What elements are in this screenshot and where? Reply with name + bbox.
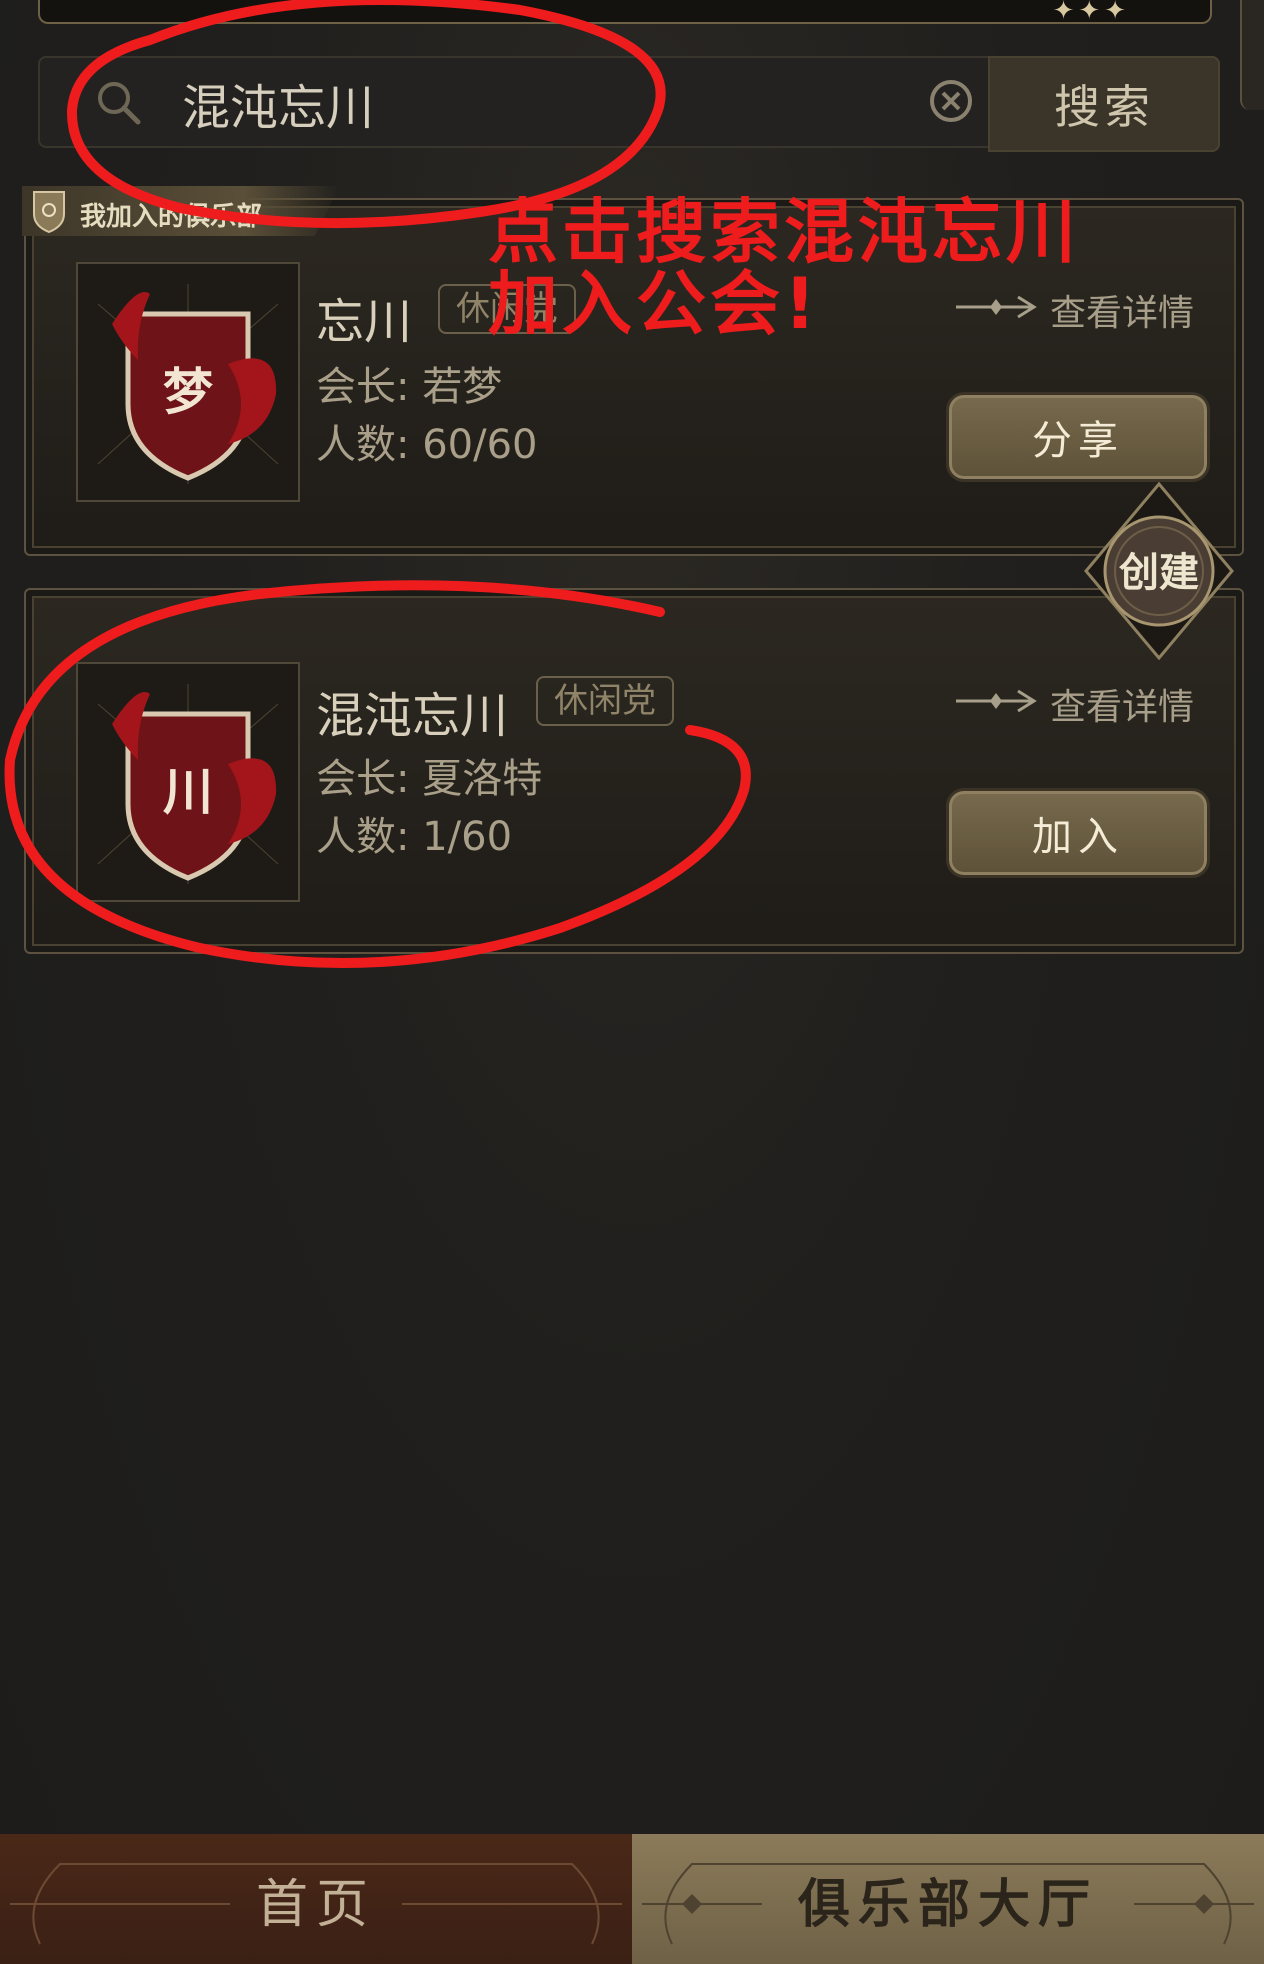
emblem-letter: 梦 [163,363,213,421]
member-count: 1/60 [422,814,513,860]
shield-icon [33,191,65,234]
arrow-right-icon [955,689,1037,713]
sparkle-icon: ✦✦✦ [1052,0,1130,26]
create-label: 创建 [1119,550,1199,596]
tab-club-hall[interactable]: 俱乐部大厅 [632,1834,1264,1964]
member-count: 60/60 [422,422,538,468]
joined-clubs-ribbon: 我加入的俱乐部 [22,186,340,236]
search-input[interactable] [180,72,944,134]
emblem-letter: 川 [163,763,213,821]
members-label: 人数: [316,422,410,468]
share-button[interactable]: 分享 [946,392,1210,482]
club-meta: 会长: 若梦 人数: 60/60 [316,358,537,474]
members-label: 人数: [316,814,410,860]
top-banner-edge: ✦✦✦ [38,0,1212,26]
club-emblem: 川 [76,662,300,902]
annotation-text: 点击搜索混沌忘川 加入公会! [488,196,1080,340]
leader-name: 若梦 [422,364,503,410]
search-bar: 搜索 [38,56,1220,152]
search-button[interactable]: 搜索 [988,56,1220,152]
leader-label: 会长: [316,756,410,802]
club-tag: 休闲党 [536,676,674,726]
club-name: 混沌忘川 [316,688,509,744]
bottom-nav: 首页 俱乐部大厅 [0,1834,1264,1964]
annotation-line: 点击搜索混沌忘川 [488,191,1080,273]
side-panel-edge [1240,0,1264,110]
annotation-line: 加入公会! [488,263,820,345]
view-details-label: 查看详情 [1049,687,1194,728]
tab-home-label: 首页 [255,1874,376,1935]
club-card: 川 混沌忘川 休闲党 会长: 夏洛特 人数: 1/60 查看详情 加入 [24,588,1244,954]
club-emblem: 梦 [76,262,300,502]
join-button[interactable]: 加入 [946,788,1210,878]
joined-clubs-label: 我加入的俱乐部 [80,202,263,232]
leader-name: 夏洛特 [422,756,543,802]
club-meta: 会长: 夏洛特 人数: 1/60 [316,750,542,866]
leader-label: 会长: [316,364,410,410]
club-name: 忘川 [316,294,413,350]
clear-icon[interactable] [928,78,974,124]
view-details-link[interactable]: 查看详情 [955,678,1194,730]
tab-home[interactable]: 首页 [0,1834,632,1964]
tab-club-hall-label: 俱乐部大厅 [797,1874,1098,1935]
search-icon [98,82,141,125]
create-club-button[interactable]: 创建 [1084,481,1234,661]
